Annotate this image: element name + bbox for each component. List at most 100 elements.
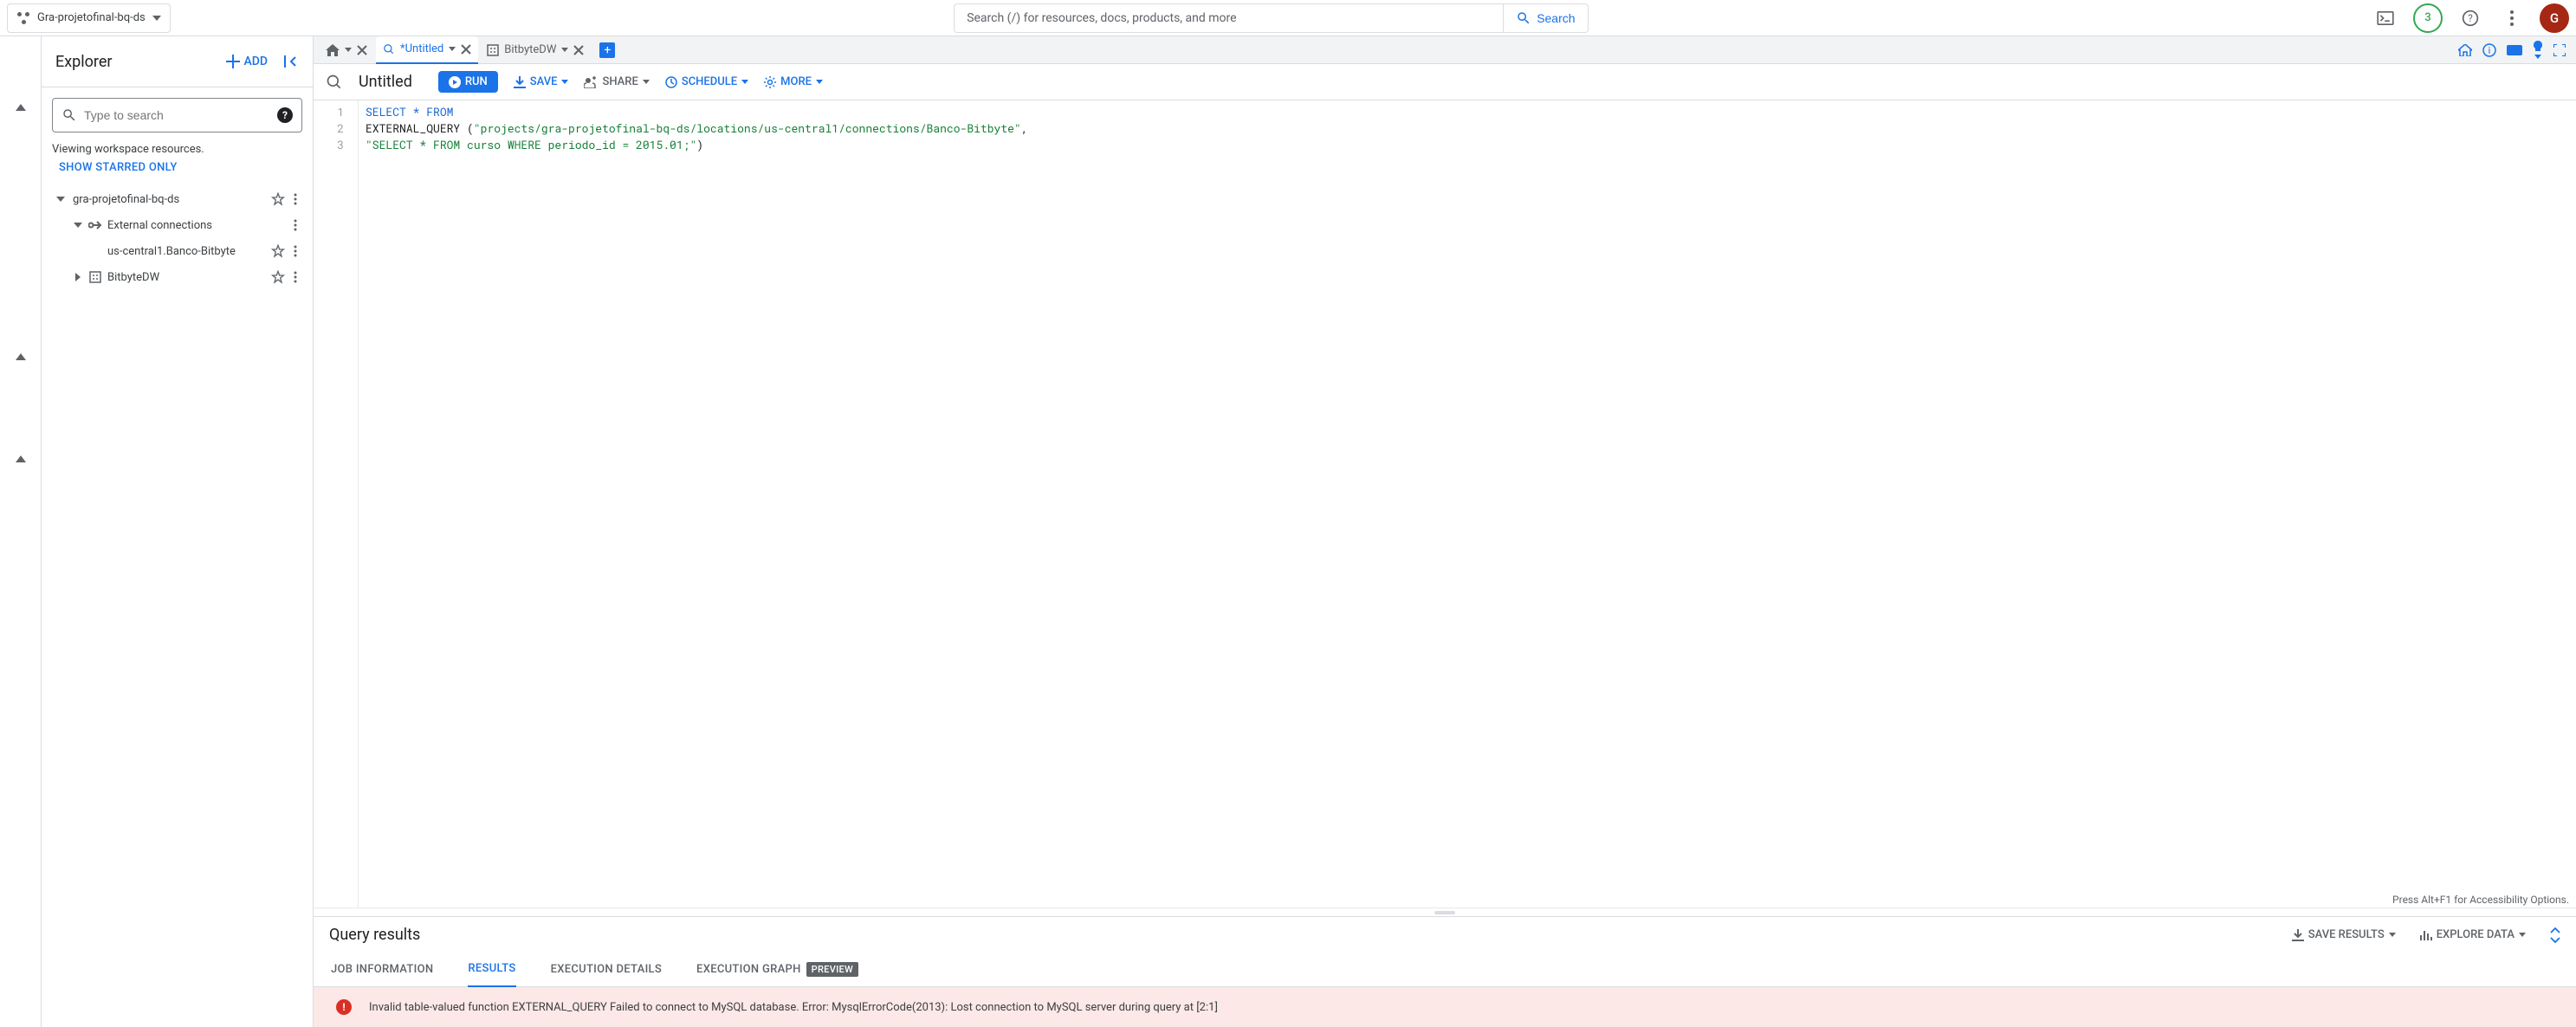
top-bar: Gra-projetofinal-bq-ds Search (/) for re… bbox=[0, 0, 2576, 36]
close-icon[interactable] bbox=[461, 44, 471, 55]
star-icon[interactable] bbox=[268, 192, 288, 206]
save-button[interactable]: SAVE bbox=[514, 75, 569, 88]
project-icon bbox=[16, 11, 30, 25]
tree-connection-row[interactable]: us-central1.Banco-Bitbyte bbox=[52, 238, 302, 264]
splitter[interactable] bbox=[314, 908, 2576, 916]
tree-dataset-label: BitbyteDW bbox=[104, 271, 268, 284]
search-box[interactable]: Search (/) for resources, docs, products… bbox=[954, 3, 1504, 33]
tab-job-information[interactable]: JOB INFORMATION bbox=[331, 953, 433, 987]
more-button[interactable]: MORE bbox=[764, 75, 823, 88]
fullscreen-button[interactable] bbox=[2553, 44, 2566, 56]
tree-dataset-row[interactable]: BitbyteDW bbox=[52, 264, 302, 290]
rail-expand-1[interactable] bbox=[16, 104, 26, 111]
error-message: Invalid table-valued function EXTERNAL_Q… bbox=[369, 1001, 1218, 1014]
code-content[interactable]: SELECT * FROM EXTERNAL_QUERY ("projects/… bbox=[359, 100, 2576, 908]
keyboard-button[interactable] bbox=[2507, 45, 2522, 55]
chevron-down-icon bbox=[643, 80, 650, 84]
caret-down-icon[interactable] bbox=[69, 223, 87, 228]
left-rail bbox=[0, 36, 42, 1027]
tree-external-conn-label: External connections bbox=[104, 219, 288, 232]
run-button[interactable]: RUN bbox=[438, 71, 498, 93]
project-selector[interactable]: Gra-projetofinal-bq-ds bbox=[7, 3, 171, 33]
more-vert-icon[interactable] bbox=[288, 245, 302, 257]
expand-results-button[interactable] bbox=[2550, 927, 2560, 943]
tab-dataset-label: BitbyteDW bbox=[504, 43, 556, 56]
code-editor[interactable]: 1 2 3 SELECT * FROM EXTERNAL_QUERY ("pro… bbox=[314, 100, 2576, 908]
new-tab-button[interactable]: + bbox=[599, 42, 615, 58]
avatar[interactable]: G bbox=[2540, 3, 2569, 33]
show-starred-link[interactable]: SHOW STARRED ONLY bbox=[59, 161, 302, 174]
chevron-down-icon bbox=[561, 80, 568, 84]
dataset-icon bbox=[87, 271, 104, 283]
dataset-icon bbox=[487, 44, 499, 56]
splitter-handle bbox=[1434, 911, 1455, 914]
chevron-down-icon bbox=[741, 80, 748, 84]
schedule-icon bbox=[665, 76, 677, 88]
info-button[interactable]: i bbox=[2482, 43, 2496, 57]
cloud-shell-icon bbox=[2377, 11, 2394, 25]
home-button[interactable] bbox=[2458, 44, 2472, 56]
explorer-panel: Explorer ADD ? Viewing works bbox=[42, 36, 314, 1027]
error-row: ! Invalid table-valued function EXTERNAL… bbox=[314, 987, 2576, 1027]
project-name: Gra-projetofinal-bq-ds bbox=[37, 11, 146, 24]
tab-untitled[interactable]: *Untitled bbox=[376, 36, 478, 64]
caret-down-icon[interactable] bbox=[52, 197, 69, 202]
search-wrap: Search (/) for resources, docs, products… bbox=[954, 3, 1588, 33]
tree-external-conn-row[interactable]: External connections bbox=[52, 212, 302, 238]
tab-untitled-label: *Untitled bbox=[400, 42, 443, 55]
schedule-button[interactable]: SCHEDULE bbox=[665, 75, 748, 88]
help-icon: ? bbox=[2462, 10, 2479, 27]
share-button[interactable]: SHARE bbox=[584, 75, 649, 88]
resource-tree: gra-projetofinal-bq-ds External connecti… bbox=[52, 186, 302, 290]
search-button[interactable]: Search bbox=[1504, 3, 1588, 33]
close-icon[interactable] bbox=[573, 45, 584, 55]
zoom-icon[interactable] bbox=[326, 74, 343, 91]
workspace-info: Viewing workspace resources. bbox=[52, 143, 302, 156]
results-panel: Query results SAVE RESULTS EXPLORE DATA bbox=[314, 916, 2576, 1027]
chevron-down-icon bbox=[2519, 933, 2526, 937]
add-button[interactable]: ADD bbox=[219, 49, 275, 74]
svg-text:?: ? bbox=[2468, 12, 2473, 24]
tree-project-label: gra-projetofinal-bq-ds bbox=[69, 193, 268, 206]
line-gutter: 1 2 3 bbox=[314, 100, 359, 908]
lightbulb-button[interactable] bbox=[2533, 41, 2543, 59]
chevron-down-icon bbox=[152, 16, 161, 21]
error-icon: ! bbox=[336, 999, 352, 1015]
more-menu-button[interactable] bbox=[2498, 4, 2526, 32]
tab-execution-graph[interactable]: EXECUTION GRAPH PREVIEW bbox=[696, 953, 858, 987]
tab-home[interactable] bbox=[319, 36, 374, 64]
close-icon[interactable] bbox=[357, 45, 367, 55]
save-results-button[interactable]: SAVE RESULTS bbox=[2292, 928, 2396, 941]
rail-expand-3[interactable] bbox=[16, 455, 26, 462]
trial-badge[interactable]: 3 bbox=[2413, 3, 2443, 33]
preview-badge: PREVIEW bbox=[806, 962, 858, 977]
star-icon[interactable] bbox=[268, 244, 288, 258]
editor-tabs: *Untitled BitbyteDW + i bbox=[314, 36, 2576, 64]
tab-execution-details[interactable]: EXECUTION DETAILS bbox=[551, 953, 662, 987]
tab-results[interactable]: RESULTS bbox=[468, 953, 515, 987]
explore-data-button[interactable]: EXPLORE DATA bbox=[2420, 928, 2526, 941]
chevron-down-icon bbox=[816, 80, 823, 84]
cloud-shell-button[interactable] bbox=[2372, 4, 2399, 32]
query-title: Untitled bbox=[359, 73, 412, 91]
accessibility-hint: Press Alt+F1 for Accessibility Options. bbox=[2392, 894, 2569, 906]
explorer-header: Explorer ADD bbox=[42, 36, 313, 87]
explorer-search-input[interactable] bbox=[84, 108, 270, 122]
help-button[interactable]: ? bbox=[2456, 4, 2484, 32]
search-help-icon[interactable]: ? bbox=[277, 107, 293, 123]
star-icon[interactable] bbox=[268, 270, 288, 284]
caret-right-icon[interactable] bbox=[69, 273, 87, 281]
rail-expand-2[interactable] bbox=[16, 353, 26, 360]
chart-icon bbox=[2420, 929, 2432, 941]
share-icon bbox=[584, 76, 598, 88]
results-title: Query results bbox=[329, 926, 420, 944]
play-icon bbox=[449, 76, 461, 88]
explorer-search[interactable]: ? bbox=[52, 98, 302, 132]
more-vert-icon[interactable] bbox=[288, 271, 302, 283]
tree-project-row[interactable]: gra-projetofinal-bq-ds bbox=[52, 186, 302, 212]
more-vert-icon[interactable] bbox=[288, 193, 302, 205]
collapse-button[interactable] bbox=[278, 48, 304, 74]
more-vert-icon[interactable] bbox=[288, 219, 302, 231]
download-icon bbox=[2292, 929, 2304, 941]
tab-dataset[interactable]: BitbyteDW bbox=[480, 36, 591, 64]
